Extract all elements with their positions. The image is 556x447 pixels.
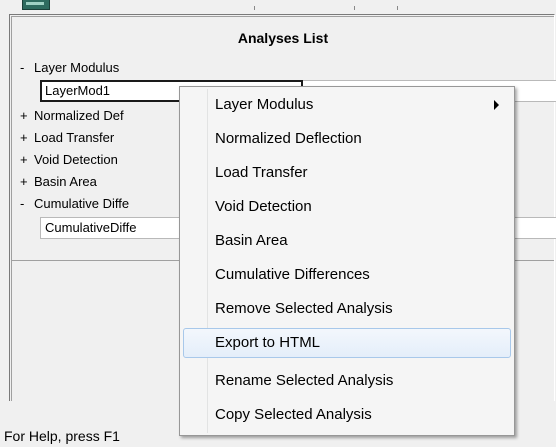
tree-node-layer-modulus[interactable]: - Layer Modulus: [20, 60, 119, 76]
toolbar-separator: [397, 6, 398, 10]
panel-title: Analyses List: [237, 30, 329, 46]
tree-node-label: Cumulative Diffe: [34, 196, 130, 211]
tree-node-load-transfer[interactable]: + Load Transfer: [20, 130, 114, 146]
toolbar-separator: [254, 6, 255, 10]
expand-icon[interactable]: +: [20, 108, 34, 124]
menu-item-basin-area[interactable]: Basin Area: [183, 226, 511, 256]
collapse-icon[interactable]: -: [20, 196, 34, 212]
menu-item-rename-selected-analysis[interactable]: Rename Selected Analysis: [183, 366, 511, 396]
tree-node-void-detection[interactable]: + Void Detection: [20, 152, 118, 168]
expand-icon[interactable]: +: [20, 174, 34, 190]
menu-item-copy-selected-analysis[interactable]: Copy Selected Analysis: [183, 400, 511, 430]
status-text: For Help, press F1: [4, 428, 120, 444]
app-icon: [22, 0, 50, 10]
tree-node-label: Normalized Def: [34, 108, 124, 123]
tree-node-basin-area[interactable]: + Basin Area: [20, 174, 97, 190]
tree-node-label: Void Detection: [34, 152, 118, 167]
menu-item-void-detection[interactable]: Void Detection: [183, 192, 511, 222]
expand-icon[interactable]: +: [20, 130, 34, 146]
menu-item-load-transfer[interactable]: Load Transfer: [183, 158, 511, 188]
tree-node-cumulative-differences[interactable]: - Cumulative Diffe: [20, 196, 129, 212]
menu-item-normalized-deflection[interactable]: Normalized Deflection: [183, 124, 511, 154]
collapse-icon[interactable]: -: [20, 60, 34, 76]
tree-node-label: Basin Area: [34, 174, 97, 189]
menu-item-cumulative-differences[interactable]: Cumulative Differences: [183, 260, 511, 290]
submenu-arrow-icon: [494, 100, 499, 110]
toolbar-separator: [354, 6, 355, 10]
tree-node-normalized-deflection[interactable]: + Normalized Def: [20, 108, 124, 124]
context-menu: Layer Modulus Normalized Deflection Load…: [179, 86, 515, 436]
menu-item-label: Layer Modulus: [215, 96, 314, 113]
tree-node-label: Load Transfer: [34, 130, 115, 145]
tree-node-label: Layer Modulus: [34, 60, 120, 75]
menu-item-remove-selected-analysis[interactable]: Remove Selected Analysis: [183, 294, 511, 324]
menu-item-export-to-html[interactable]: Export to HTML: [183, 328, 511, 358]
menu-item-layer-modulus[interactable]: Layer Modulus: [183, 90, 511, 120]
toolbar-remnant: [0, 0, 556, 14]
expand-icon[interactable]: +: [20, 152, 34, 168]
analysis-item-cumulativediffe[interactable]: CumulativeDiffe: [40, 217, 190, 239]
